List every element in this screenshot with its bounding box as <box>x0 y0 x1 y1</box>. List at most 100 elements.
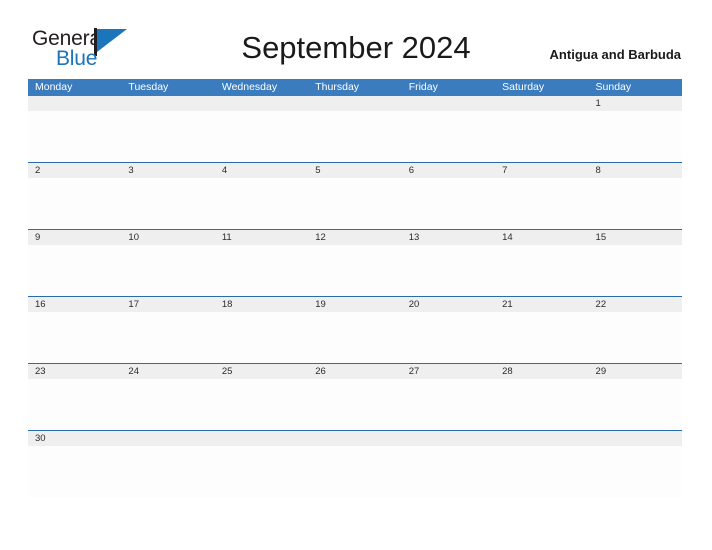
week-date-band: 30 <box>28 431 682 446</box>
day-number[interactable]: 24 <box>121 364 214 379</box>
day-number[interactable] <box>308 431 401 446</box>
day-note-cell[interactable] <box>215 379 308 430</box>
day-number[interactable]: 22 <box>589 297 682 312</box>
day-note-cell[interactable] <box>402 245 495 296</box>
day-note-cell[interactable] <box>402 111 495 162</box>
day-number[interactable] <box>121 431 214 446</box>
day-note-cell[interactable] <box>589 379 682 430</box>
day-number[interactable] <box>121 96 214 111</box>
day-note-cell[interactable] <box>28 111 121 162</box>
day-note-cell[interactable] <box>215 312 308 363</box>
day-number[interactable]: 4 <box>215 163 308 178</box>
day-note-cell[interactable] <box>495 178 588 229</box>
day-number[interactable]: 9 <box>28 230 121 245</box>
calendar-page: General Blue September 2024 Antigua and … <box>0 0 712 550</box>
calendar-week-row: 2 3 4 5 6 7 8 <box>28 163 682 230</box>
day-note-cell[interactable] <box>308 111 401 162</box>
day-number[interactable] <box>495 431 588 446</box>
day-number[interactable] <box>215 431 308 446</box>
day-number[interactable] <box>28 96 121 111</box>
day-note-cell[interactable] <box>402 178 495 229</box>
day-note-cell[interactable] <box>28 312 121 363</box>
day-note-cell[interactable] <box>495 312 588 363</box>
calendar-week-row: 23 24 25 26 27 28 29 <box>28 364 682 431</box>
day-note-cell[interactable] <box>28 245 121 296</box>
day-number[interactable] <box>308 96 401 111</box>
day-number[interactable] <box>402 96 495 111</box>
day-note-cell[interactable] <box>402 446 495 497</box>
day-note-cell[interactable] <box>121 245 214 296</box>
week-note-area <box>28 111 682 162</box>
day-number[interactable]: 3 <box>121 163 214 178</box>
day-note-cell[interactable] <box>215 245 308 296</box>
day-number[interactable]: 26 <box>308 364 401 379</box>
day-number[interactable]: 29 <box>589 364 682 379</box>
day-note-cell[interactable] <box>28 446 121 497</box>
day-number[interactable]: 2 <box>28 163 121 178</box>
day-number[interactable] <box>589 431 682 446</box>
day-number[interactable]: 21 <box>495 297 588 312</box>
day-number[interactable]: 10 <box>121 230 214 245</box>
day-note-cell[interactable] <box>215 178 308 229</box>
day-number[interactable]: 17 <box>121 297 214 312</box>
day-note-cell[interactable] <box>308 312 401 363</box>
day-note-cell[interactable] <box>121 111 214 162</box>
day-note-cell[interactable] <box>495 446 588 497</box>
day-number[interactable]: 6 <box>402 163 495 178</box>
weekday-header-thursday: Thursday <box>315 81 360 93</box>
day-note-cell[interactable] <box>589 245 682 296</box>
day-number[interactable]: 15 <box>589 230 682 245</box>
day-number[interactable]: 7 <box>495 163 588 178</box>
week-date-band: 23 24 25 26 27 28 29 <box>28 364 682 379</box>
day-note-cell[interactable] <box>589 312 682 363</box>
day-number[interactable]: 23 <box>28 364 121 379</box>
day-note-cell[interactable] <box>215 446 308 497</box>
day-note-cell[interactable] <box>121 312 214 363</box>
day-number[interactable]: 19 <box>308 297 401 312</box>
day-number[interactable]: 12 <box>308 230 401 245</box>
day-note-cell[interactable] <box>121 379 214 430</box>
day-number[interactable]: 20 <box>402 297 495 312</box>
day-note-cell[interactable] <box>589 111 682 162</box>
week-note-area <box>28 312 682 363</box>
day-number[interactable]: 13 <box>402 230 495 245</box>
weekday-header-sunday: Sunday <box>595 81 632 93</box>
day-number[interactable]: 28 <box>495 364 588 379</box>
week-note-area <box>28 178 682 229</box>
day-number[interactable] <box>402 431 495 446</box>
day-note-cell[interactable] <box>28 379 121 430</box>
day-number[interactable]: 18 <box>215 297 308 312</box>
day-note-cell[interactable] <box>402 379 495 430</box>
day-number[interactable]: 25 <box>215 364 308 379</box>
week-date-band: 9 10 11 12 13 14 15 <box>28 230 682 245</box>
week-note-area <box>28 245 682 296</box>
day-number[interactable]: 30 <box>28 431 121 446</box>
week-note-area <box>28 379 682 430</box>
day-number[interactable]: 14 <box>495 230 588 245</box>
weekday-header-saturday: Saturday <box>502 81 545 93</box>
day-note-cell[interactable] <box>589 446 682 497</box>
day-number[interactable]: 8 <box>589 163 682 178</box>
day-number[interactable]: 11 <box>215 230 308 245</box>
day-note-cell[interactable] <box>28 178 121 229</box>
day-note-cell[interactable] <box>495 245 588 296</box>
day-number[interactable]: 16 <box>28 297 121 312</box>
week-date-band: 1 <box>28 96 682 111</box>
day-note-cell[interactable] <box>121 178 214 229</box>
day-note-cell[interactable] <box>308 178 401 229</box>
day-note-cell[interactable] <box>589 178 682 229</box>
day-number[interactable] <box>215 96 308 111</box>
day-number[interactable]: 27 <box>402 364 495 379</box>
day-note-cell[interactable] <box>308 245 401 296</box>
day-number[interactable]: 5 <box>308 163 401 178</box>
day-note-cell[interactable] <box>402 312 495 363</box>
day-note-cell[interactable] <box>308 379 401 430</box>
day-note-cell[interactable] <box>495 379 588 430</box>
day-number[interactable] <box>495 96 588 111</box>
day-number[interactable]: 1 <box>589 96 682 111</box>
calendar-week-row: 9 10 11 12 13 14 15 <box>28 230 682 297</box>
day-note-cell[interactable] <box>215 111 308 162</box>
day-note-cell[interactable] <box>121 446 214 497</box>
day-note-cell[interactable] <box>308 446 401 497</box>
day-note-cell[interactable] <box>495 111 588 162</box>
